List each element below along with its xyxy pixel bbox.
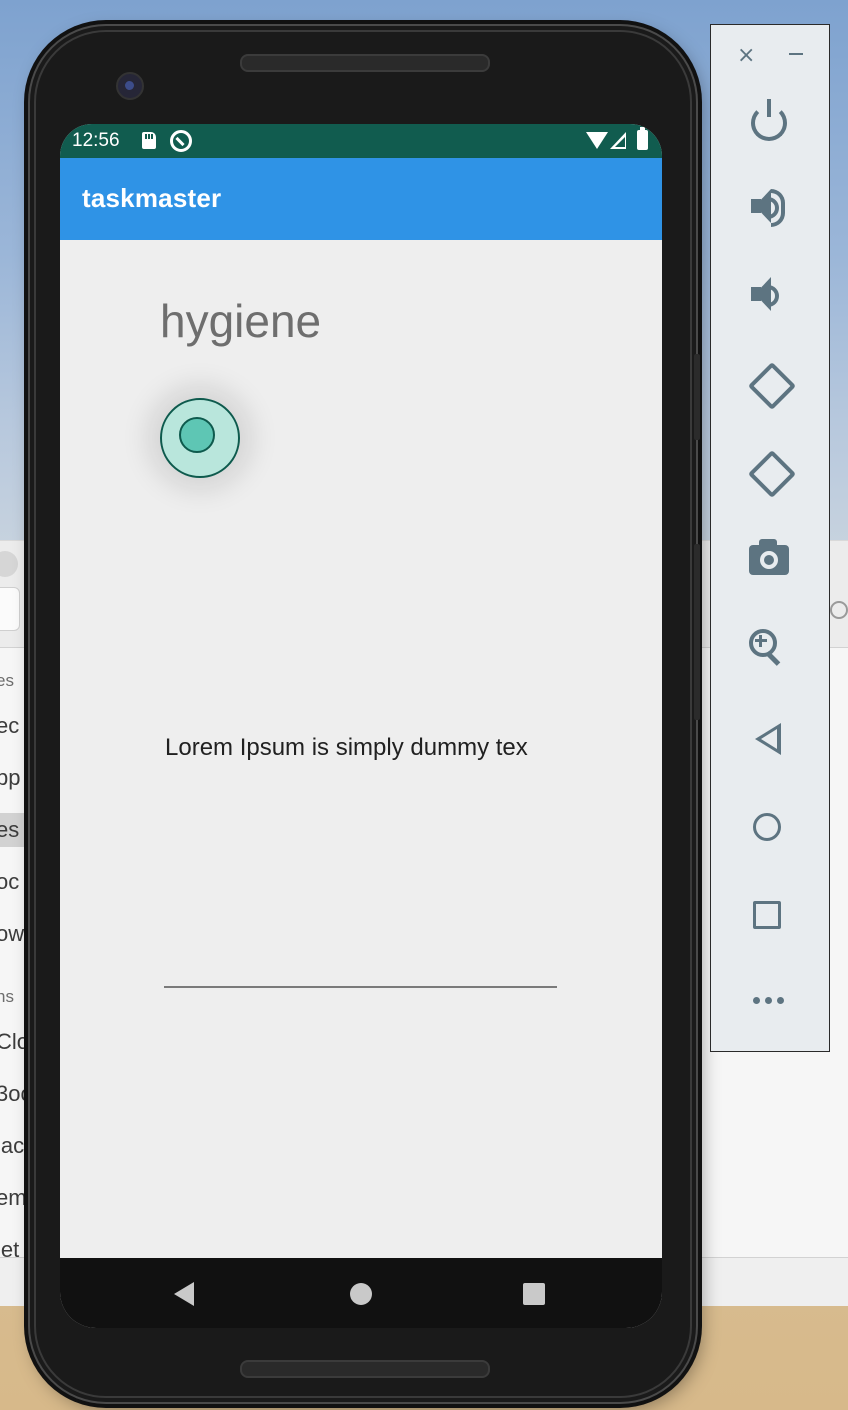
recents-icon[interactable] (523, 1283, 545, 1305)
sidebar-item[interactable]: ec (0, 713, 28, 739)
task-detail-content: hygiene Lorem Ipsum is simply dummy tex (60, 240, 662, 1258)
window-control-dot[interactable] (0, 551, 18, 577)
sidebar-item[interactable]: 3oc (0, 1081, 28, 1107)
toolbar-button[interactable] (0, 587, 20, 631)
sidebar-item[interactable]: pp (0, 765, 28, 791)
radio-outer-ring (160, 398, 240, 478)
phone-power-button (694, 354, 700, 440)
task-radio-button[interactable] (160, 398, 240, 478)
search-icon[interactable] (830, 601, 848, 619)
task-description: Lorem Ipsum is simply dummy tex (165, 734, 528, 761)
emulator-toolbar: × (710, 24, 830, 1052)
status-time: 12:56 (72, 130, 120, 151)
phone-volume-button (694, 544, 700, 720)
sidebar-item[interactable]: em (0, 1185, 28, 1211)
home-icon[interactable] (350, 1283, 372, 1305)
front-camera-icon (116, 72, 144, 100)
radio-selected-dot (179, 417, 215, 453)
minimize-icon[interactable] (789, 53, 803, 55)
sd-card-icon (142, 132, 156, 149)
zoom-button[interactable] (747, 627, 791, 671)
bottom-speaker (240, 1360, 490, 1378)
overview-icon (753, 901, 781, 929)
sidebar-item[interactable]: Clo (0, 1029, 28, 1055)
zoom-icon (749, 629, 777, 657)
power-button[interactable] (747, 99, 791, 143)
sidebar-item[interactable]: ow (0, 921, 28, 947)
task-title: hygiene (160, 295, 322, 347)
app-title: taskmaster (82, 183, 222, 213)
sync-icon (170, 130, 192, 152)
volume-down-button[interactable] (747, 275, 791, 319)
sidebar-item-selected[interactable]: es (0, 813, 28, 847)
signal-icon (610, 132, 626, 149)
emulator-home-button[interactable] (747, 807, 791, 851)
device-screen: 12:56 taskmaster hygiene Lorem Ipsum is … (60, 124, 662, 1328)
volume-up-button[interactable] (747, 187, 791, 231)
rotate-right-button[interactable] (747, 449, 797, 499)
rotate-left-button[interactable] (747, 361, 797, 411)
sidebar-item[interactable]: oc (0, 869, 28, 895)
home-icon (753, 813, 781, 841)
wifi-icon (586, 132, 608, 149)
screenshot-button[interactable] (747, 537, 791, 581)
sidebar-heading: es (0, 671, 14, 690)
status-bar: 12:56 (60, 124, 662, 158)
more-button[interactable] (747, 981, 791, 1025)
more-icon (753, 997, 760, 1004)
rotate-left-icon (747, 361, 797, 411)
earpiece-speaker (240, 54, 490, 72)
back-icon[interactable] (174, 1282, 194, 1306)
emulator-back-button[interactable] (747, 719, 791, 763)
battery-icon (637, 127, 648, 150)
app-bar: taskmaster (60, 158, 662, 240)
sidebar-heading: ns (0, 987, 14, 1006)
overview-button[interactable] (747, 895, 791, 939)
rotate-right-icon (747, 449, 797, 499)
emulator-phone-frame: 12:56 taskmaster hygiene Lorem Ipsum is … (28, 24, 700, 1404)
android-nav-bar (60, 1258, 662, 1328)
sidebar-item[interactable]: lac (0, 1133, 28, 1159)
close-icon[interactable]: × (737, 43, 755, 68)
text-input-underline[interactable] (164, 986, 557, 988)
